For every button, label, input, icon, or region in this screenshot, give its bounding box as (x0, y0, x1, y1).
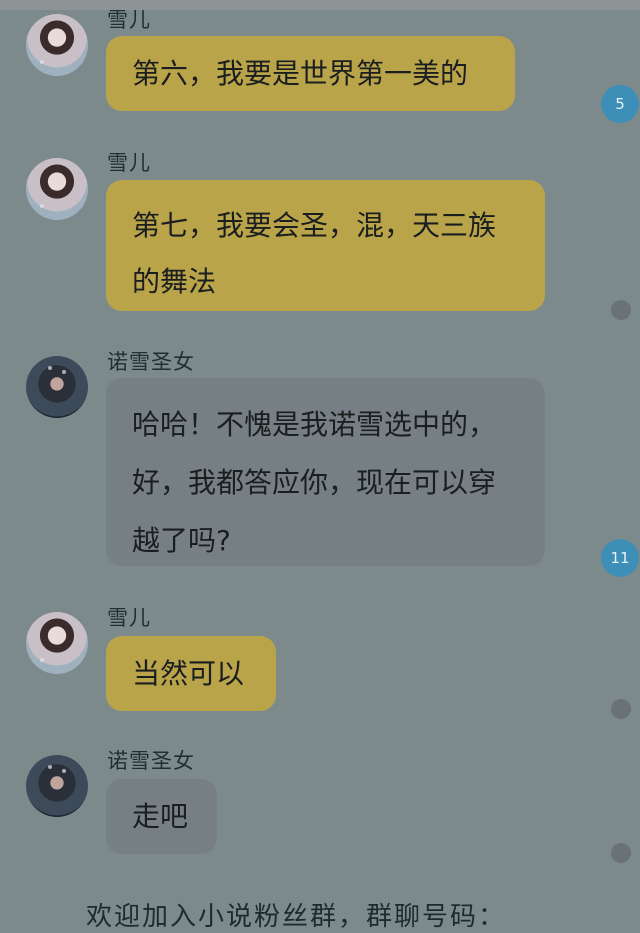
message-bubble[interactable]: 走吧 (106, 779, 217, 854)
message-bubble[interactable]: 第六，我要是世界第一美的 (106, 36, 515, 111)
message-line: 越了吗? (132, 524, 231, 557)
sender-name: 诺雪圣女 (107, 350, 195, 374)
message-text: 当然可以 (132, 657, 245, 690)
badge-count: 5 (615, 95, 625, 113)
avatar-xueer[interactable] (26, 158, 88, 220)
message-line: 第七，我要会圣，混，天三族 (132, 209, 497, 242)
message-line: 哈哈！不愧是我诺雪选中的， (132, 408, 497, 441)
avatar-decoration (48, 765, 52, 769)
avatar-xueer[interactable] (26, 14, 88, 76)
message-bubble[interactable]: 当然可以 (106, 636, 276, 711)
message-text: 第六，我要是世界第一美的 (132, 57, 469, 90)
sender-name: 雪儿 (107, 606, 151, 630)
status-dot (611, 843, 631, 863)
avatar-decoration (40, 60, 44, 64)
status-dot (611, 300, 631, 320)
sender-name: 雪儿 (107, 151, 151, 175)
avatar-xueer[interactable] (26, 612, 88, 674)
message-text: 走吧 (132, 800, 189, 833)
avatar-decoration (40, 658, 44, 662)
message-line: 的舞法 (132, 265, 217, 298)
status-dot (611, 699, 631, 719)
message-bubble[interactable]: 哈哈！不愧是我诺雪选中的， 好，我都答应你，现在可以穿 越了吗? (106, 378, 545, 566)
avatar-decoration (62, 370, 66, 374)
sender-name: 诺雪圣女 (107, 749, 195, 773)
avatar-decoration (48, 366, 52, 370)
avatar-nuoxue[interactable] (26, 356, 88, 418)
sender-name: 雪儿 (107, 8, 151, 32)
message-bubble[interactable]: 第七，我要会圣，混，天三族 的舞法 (106, 180, 545, 311)
unread-badge[interactable]: 5 (601, 85, 639, 123)
badge-count: 11 (610, 549, 630, 567)
unread-badge[interactable]: 11 (601, 539, 639, 577)
avatar-decoration (62, 769, 66, 773)
avatar-nuoxue[interactable] (26, 755, 88, 817)
message-line: 好，我都答应你，现在可以穿 (132, 466, 497, 499)
footer-text: 欢迎加入小说粉丝群，群聊号码： (86, 902, 507, 932)
top-strip (0, 0, 640, 10)
avatar-decoration (40, 204, 44, 208)
